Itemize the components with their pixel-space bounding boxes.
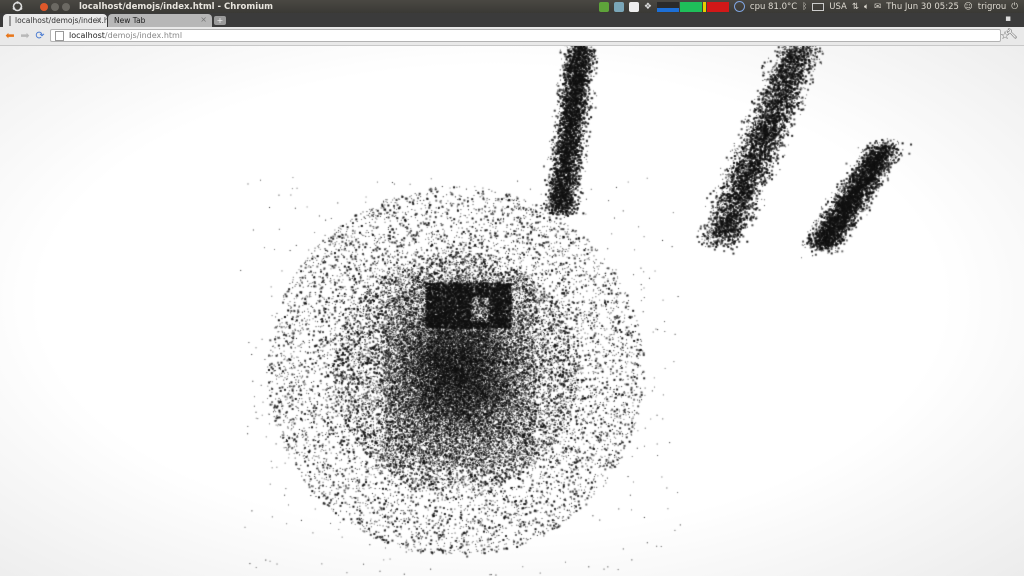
- tab-close-icon[interactable]: ×: [95, 15, 102, 24]
- network-icon[interactable]: ⇅: [852, 2, 859, 12]
- particle-canvas[interactable]: [0, 46, 1024, 576]
- wrench-menu-icon[interactable]: 🔧︎: [1005, 29, 1018, 40]
- volume-icon[interactable]: 🔈︎: [864, 2, 869, 12]
- mail-icon[interactable]: ✉: [874, 2, 881, 12]
- url-path: /demojs/index.html: [104, 31, 183, 40]
- window-title: localhost/demojs/index.html - Chromium: [79, 1, 274, 12]
- new-tab-button[interactable]: +: [214, 16, 226, 25]
- session-icon[interactable]: ⏻: [1011, 2, 1018, 12]
- page-icon: [9, 15, 11, 26]
- keyboard-icon[interactable]: [812, 2, 825, 11]
- url-host: localhost: [69, 31, 105, 40]
- tab-label: New Tab: [114, 16, 146, 25]
- checkbox-tray-icon[interactable]: [628, 1, 639, 12]
- clock[interactable]: Thu Jun 30 05:25: [886, 2, 959, 12]
- tab-localhost[interactable]: localhost/demojs/index.ht ×: [3, 14, 112, 27]
- cpu-temperature[interactable]: cpu 81.0°C: [750, 2, 797, 12]
- cpu-indicator-icon[interactable]: [733, 1, 745, 12]
- reload-icon[interactable]: ⟳: [33, 29, 47, 43]
- toolbar: ⬅ ➡ ⟳ localhost /demojs/index.html ☆ 🔧︎: [0, 27, 1024, 46]
- forward-arrow-icon[interactable]: ➡: [18, 29, 32, 43]
- window-close-icon[interactable]: [40, 2, 48, 11]
- bluetooth-icon[interactable]: ᛒ: [802, 2, 807, 12]
- user-icon[interactable]: ☺: [964, 2, 973, 12]
- system-tray: ❖ cpu 81.0°C ᛒ USA ⇅ 🔈︎ ✉ Thu Jun 30 05:…: [598, 0, 1024, 13]
- update-icon[interactable]: [598, 1, 609, 12]
- clipboard-icon[interactable]: [613, 1, 624, 12]
- keyboard-layout[interactable]: USA: [829, 2, 847, 12]
- page-icon: [55, 30, 64, 41]
- window-maximize-icon[interactable]: [62, 2, 70, 11]
- tab-strip: localhost/demojs/index.ht × New Tab × + …: [0, 13, 1024, 27]
- user-name[interactable]: trigrou: [978, 2, 1006, 12]
- window-minimize-icon[interactable]: [51, 2, 59, 11]
- ubuntu-logo-icon[interactable]: [10, 1, 24, 12]
- back-arrow-icon[interactable]: ⬅: [3, 29, 17, 43]
- tab-close-icon[interactable]: ×: [200, 15, 207, 24]
- profile-icon[interactable]: ▪: [1005, 14, 1021, 26]
- top-panel: localhost/demojs/index.html - Chromium ❖…: [0, 0, 1024, 13]
- tab-new-tab[interactable]: New Tab ×: [108, 14, 212, 27]
- system-monitor-graph[interactable]: [656, 1, 729, 12]
- webgl-canvas-area[interactable]: [0, 46, 1024, 576]
- address-bar[interactable]: localhost /demojs/index.html ☆: [50, 29, 1010, 42]
- dropbox-icon[interactable]: ❖: [644, 2, 652, 12]
